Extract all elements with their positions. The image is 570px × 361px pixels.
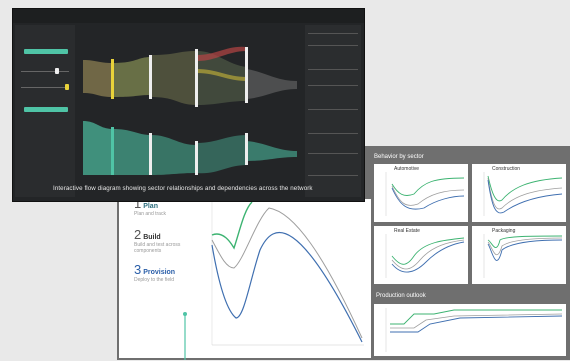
divider bbox=[308, 85, 358, 86]
slider[interactable] bbox=[21, 71, 69, 72]
flow-diagram[interactable] bbox=[77, 25, 305, 183]
mini-chart-automotive[interactable]: Automotive bbox=[374, 164, 468, 222]
step-number: 3 bbox=[134, 262, 142, 277]
control-sidebar bbox=[15, 25, 75, 197]
mini-chart-title: Automotive bbox=[394, 166, 420, 172]
secondary-button[interactable] bbox=[24, 107, 68, 112]
mini-chart-title: Construction bbox=[492, 166, 521, 172]
slider[interactable] bbox=[21, 87, 69, 88]
section-title: Behavior by sector bbox=[374, 154, 424, 160]
divider bbox=[308, 69, 358, 70]
mini-chart-title: Real Estate bbox=[394, 228, 420, 234]
step-desc: Build and test across components bbox=[134, 242, 181, 254]
mini-chart-packaging[interactable]: Packaging bbox=[472, 226, 566, 284]
step-title: Build bbox=[143, 234, 161, 241]
mini-chart-real-estate[interactable]: Real Estate bbox=[374, 226, 468, 284]
step-desc: Deploy to the field bbox=[134, 277, 175, 283]
slider-handle[interactable] bbox=[65, 84, 69, 90]
divider bbox=[308, 109, 358, 110]
mini-chart-construction[interactable]: Construction bbox=[472, 164, 566, 222]
step-desc: Plan and track bbox=[134, 211, 166, 217]
dark-dashboard-window: Interactive flow diagram showing sector … bbox=[12, 8, 365, 202]
divider bbox=[308, 175, 358, 176]
details-panel bbox=[305, 25, 361, 197]
divider bbox=[308, 33, 358, 34]
steps-list: 1 Plan Plan and track 2 Build Build and … bbox=[134, 196, 204, 289]
title-bar bbox=[13, 9, 364, 23]
production-outlook-chart[interactable] bbox=[374, 304, 566, 356]
divider bbox=[308, 45, 358, 46]
step-build: 2 Build Build and test across components bbox=[134, 227, 204, 254]
slider-handle[interactable] bbox=[55, 68, 59, 74]
sector-panels: Behavior by sector Automotive Constructi… bbox=[372, 152, 568, 358]
caption-text: Interactive flow diagram showing sector … bbox=[53, 185, 313, 192]
divider bbox=[308, 153, 358, 154]
step-title: Plan bbox=[143, 203, 158, 210]
primary-button[interactable] bbox=[24, 49, 68, 54]
step-title: Provision bbox=[143, 269, 176, 276]
mini-chart-title: Packaging bbox=[492, 228, 516, 234]
divider bbox=[308, 133, 358, 134]
step-provision: 3 Provision Deploy to the field bbox=[134, 262, 204, 283]
main-line-chart bbox=[211, 200, 364, 346]
indicator-line bbox=[183, 312, 187, 360]
step-number: 2 bbox=[134, 227, 142, 242]
bottom-section-title: Production outlook bbox=[376, 293, 426, 299]
